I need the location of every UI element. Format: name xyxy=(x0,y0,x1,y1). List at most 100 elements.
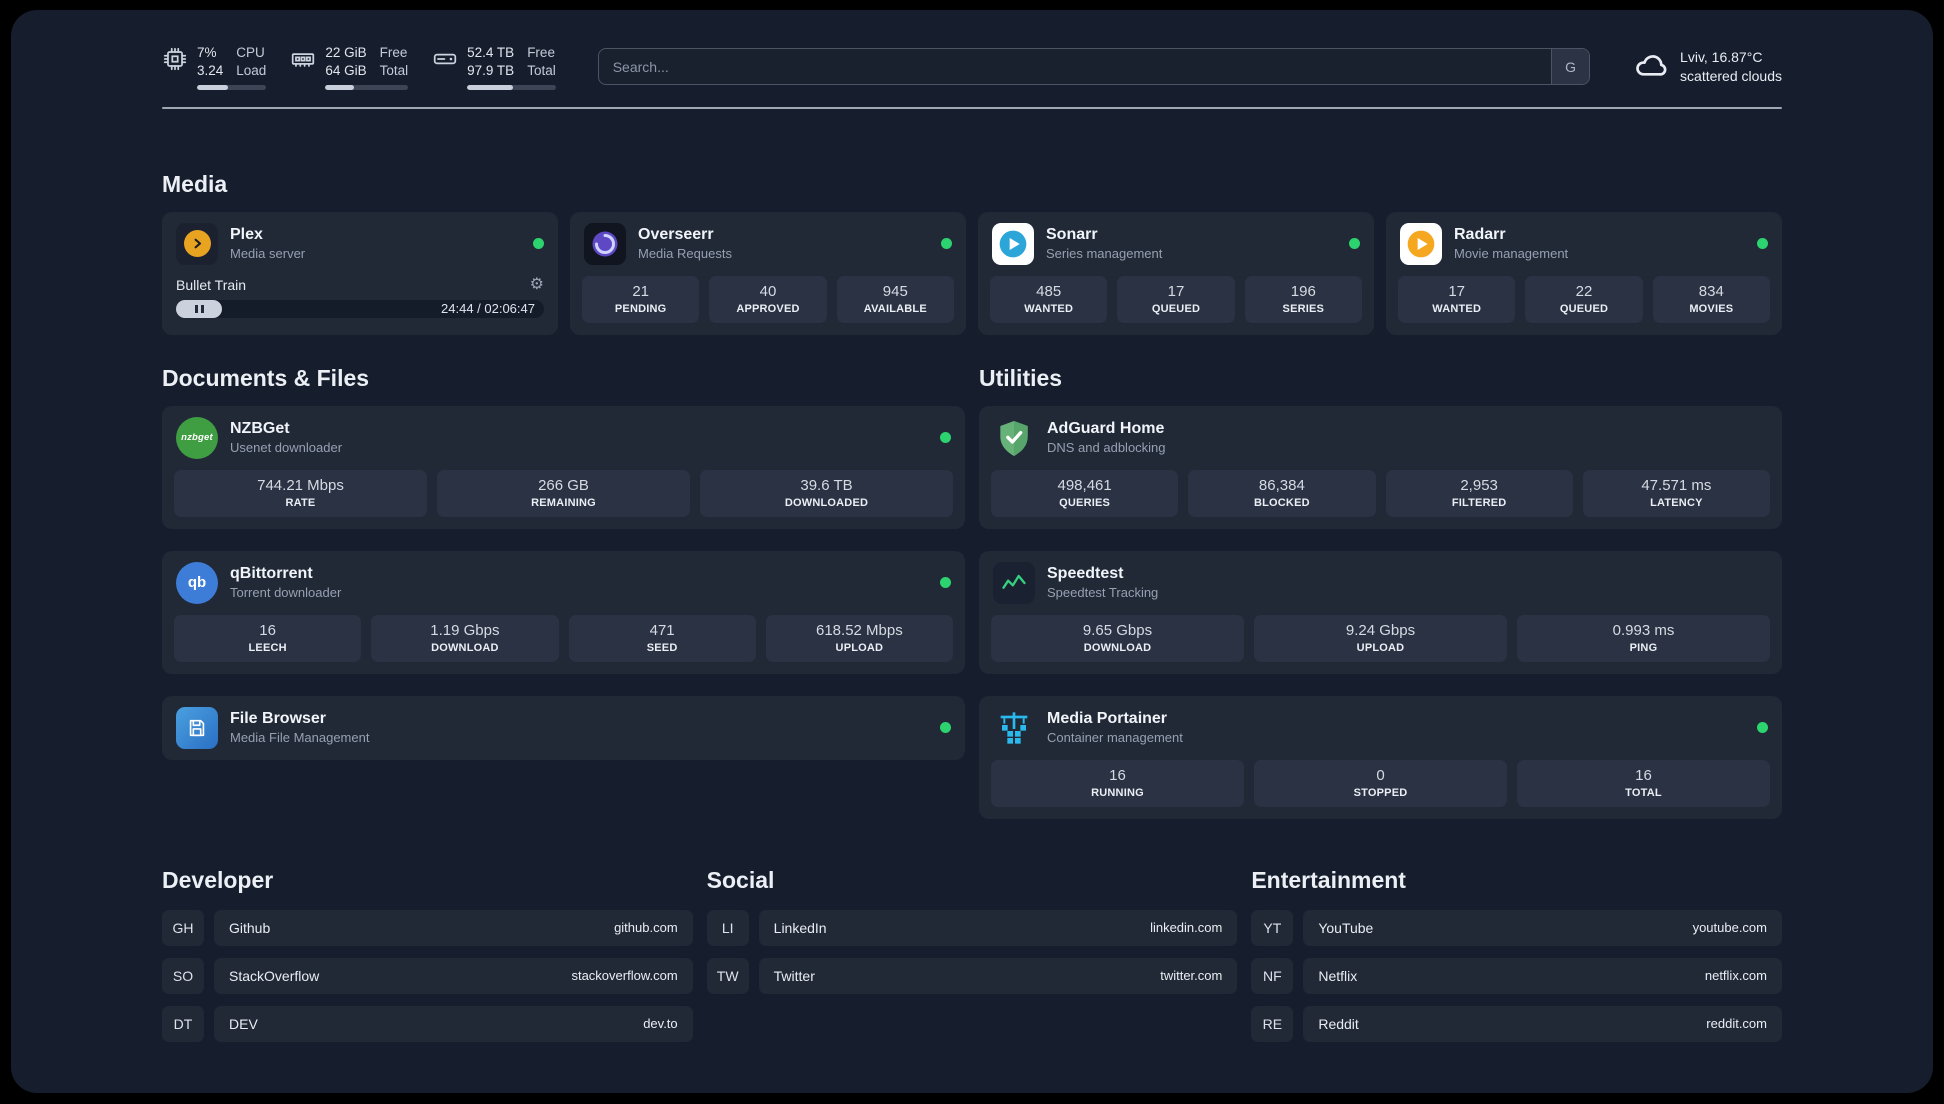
stat-tile: 17 WANTED xyxy=(1398,275,1516,323)
app-card-media-portainer[interactable]: Media Portainer Container management 16 … xyxy=(979,695,1782,819)
stat-label: UPLOAD xyxy=(835,641,884,654)
bookmark-stackoverflow[interactable]: SO StackOverflow stackoverflow.com xyxy=(162,957,693,994)
file-browser-icon xyxy=(176,706,218,749)
bookmark-youtube[interactable]: YT YouTube youtube.com xyxy=(1251,909,1782,946)
stat-tile: 39.6 TB DOWNLOADED xyxy=(700,469,953,517)
now-playing-title: Bullet Train xyxy=(176,276,247,293)
app-card-file-browser[interactable]: File Browser Media File Management xyxy=(162,695,965,760)
weather-condition: scattered clouds xyxy=(1680,67,1782,84)
header-divider xyxy=(162,106,1782,109)
app-subtitle: DNS and adblocking xyxy=(1047,440,1166,456)
memory-progress-fill xyxy=(325,84,355,90)
bookmark-name: Github xyxy=(229,919,271,936)
card-header: Plex Media server xyxy=(162,212,558,276)
radarr-icon xyxy=(1400,222,1442,265)
memory-widget: 22 GiB 64 GiB Free Total xyxy=(290,44,409,90)
stat-value: 744.21 Mbps xyxy=(257,476,344,494)
stat-label: LATENCY xyxy=(1650,496,1703,509)
pause-button[interactable] xyxy=(176,299,222,318)
bookmark-abbr: LI xyxy=(706,909,749,946)
app-name: Overseerr xyxy=(638,226,714,244)
disk-total-value: 97.9 TB xyxy=(467,62,515,78)
app-card-speedtest[interactable]: Speedtest Speedtest Tracking 9.65 Gbps D… xyxy=(979,550,1782,674)
stat-value: 86,384 xyxy=(1258,476,1305,494)
portainer-crane-icon xyxy=(993,707,1035,749)
app-names: Sonarr Series management xyxy=(1046,226,1162,261)
gear-icon[interactable]: ⚙ xyxy=(530,276,544,293)
search-input[interactable] xyxy=(597,48,1591,86)
stat-value: 16 xyxy=(1109,766,1126,784)
stat-tiles: 21 PENDING 40 APPROVED 945 AVAILABLE xyxy=(570,275,966,335)
app-card-overseerr[interactable]: Overseerr Media Requests 21 PENDING 40 A… xyxy=(570,211,966,335)
stat-tile: 266 GB REMAINING xyxy=(437,469,690,517)
app-names: Media Portainer Container management xyxy=(1047,710,1183,745)
bookmark-netflix[interactable]: NF Netflix netflix.com xyxy=(1251,957,1782,994)
app-card-plex[interactable]: Plex Media server Bullet Train ⚙ 24:44 /… xyxy=(162,211,558,335)
stat-value: 17 xyxy=(1448,282,1465,300)
stat-label: REMAINING xyxy=(531,496,596,509)
bookmark-dev[interactable]: DT DEV dev.to xyxy=(162,1005,693,1042)
stat-tile: 834 MOVIES xyxy=(1652,275,1770,323)
stat-value: 2,953 xyxy=(1460,476,1498,494)
weather-location: Lviv, 16.87°C xyxy=(1680,49,1763,66)
stat-tile: 16 TOTAL xyxy=(1517,759,1770,807)
sonarr-icon xyxy=(992,222,1034,265)
stat-label: AVAILABLE xyxy=(863,302,927,315)
app-subtitle: Movie management xyxy=(1454,246,1569,262)
stat-value: 498,461 xyxy=(1057,476,1112,494)
stat-tile: 945 AVAILABLE xyxy=(836,275,954,323)
stat-value: 1.19 Gbps xyxy=(430,621,500,639)
stat-label: WANTED xyxy=(1024,302,1074,315)
stat-tile: 22 QUEUED xyxy=(1525,275,1643,323)
app-subtitle: Series management xyxy=(1046,246,1163,262)
app-card-adguard-home[interactable]: AdGuard Home DNS and adblocking 498,461 … xyxy=(979,405,1782,529)
app-names: NZBGet Usenet downloader xyxy=(230,420,342,455)
plex-now-playing: Bullet Train ⚙ 24:44 / 02:06:47 xyxy=(162,276,558,330)
bookmark-name: Reddit xyxy=(1318,1015,1359,1032)
stat-label: TOTAL xyxy=(1625,786,1662,799)
app-card-qbittorrent[interactable]: qb qBittorrent Torrent downloader 16 LEE… xyxy=(162,550,965,674)
bookmark-abbr: TW xyxy=(706,957,749,994)
card-header: nzbget NZBGet Usenet downloader xyxy=(162,406,965,470)
app-card-nzbget[interactable]: nzbget NZBGet Usenet downloader 744.21 M… xyxy=(162,405,965,529)
bookmark-github[interactable]: GH Github github.com xyxy=(162,909,693,946)
app-name: Radarr xyxy=(1454,226,1506,244)
bookmark-linkedin[interactable]: LI LinkedIn linkedin.com xyxy=(706,909,1238,946)
bookmark-group-entertainment: Entertainment YT YouTube youtube.com NF … xyxy=(1251,867,1782,1054)
stat-value: 196 xyxy=(1290,282,1316,300)
stat-tiles: 16 LEECH 1.19 Gbps DOWNLOAD 471 SEED 618… xyxy=(162,614,965,674)
qbittorrent-icon-text: qb xyxy=(187,574,207,592)
app-card-sonarr[interactable]: Sonarr Series management 485 WANTED 17 Q… xyxy=(978,211,1374,335)
cpu-label-bottom: Load xyxy=(236,62,267,78)
bookmark-reddit[interactable]: RE Reddit reddit.com xyxy=(1251,1005,1782,1042)
playback-progress-bar[interactable]: 24:44 / 02:06:47 xyxy=(176,299,544,318)
bookmark-group-social: Social LI LinkedIn linkedin.com TW Twitt… xyxy=(706,867,1238,1054)
stat-label: DOWNLOAD xyxy=(431,641,499,654)
status-dot xyxy=(940,577,951,589)
bookmark-twitter[interactable]: TW Twitter twitter.com xyxy=(706,957,1238,994)
bookmark-group-developer: Developer GH Github github.com SO StackO… xyxy=(162,867,693,1054)
stat-tile: 0.993 ms PING xyxy=(1517,614,1770,662)
cpu-percent: 7% xyxy=(197,45,217,60)
search-engine-button[interactable]: G xyxy=(1551,49,1590,85)
stat-label: PING xyxy=(1629,641,1658,654)
stat-value: 0.993 ms xyxy=(1612,621,1675,639)
bookmark-abbr: NF xyxy=(1251,957,1294,994)
app-subtitle: Media server xyxy=(230,246,306,262)
memory-progress-bar xyxy=(325,84,409,90)
disk-icon xyxy=(432,46,458,77)
stat-label: QUEUED xyxy=(1559,302,1609,315)
stat-tiles: 9.65 Gbps DOWNLOAD 9.24 Gbps UPLOAD 0.99… xyxy=(979,614,1782,674)
app-names: Overseerr Media Requests xyxy=(638,226,732,261)
bookmark-abbr: GH xyxy=(162,909,204,946)
stat-tiles: 485 WANTED 17 QUEUED 196 SERIES xyxy=(978,275,1374,335)
bookmark-name: YouTube xyxy=(1318,919,1374,936)
stat-tile: 40 APPROVED xyxy=(709,275,827,323)
app-names: Speedtest Speedtest Tracking xyxy=(1047,565,1158,600)
bookmark-url: dev.to xyxy=(643,1016,678,1032)
stat-label: QUEUED xyxy=(1151,302,1201,315)
app-card-radarr[interactable]: Radarr Movie management 17 WANTED 22 QUE… xyxy=(1386,211,1782,335)
stat-value: 16 xyxy=(259,621,276,639)
stat-value: 40 xyxy=(759,282,777,300)
stat-label: PENDING xyxy=(614,302,667,315)
